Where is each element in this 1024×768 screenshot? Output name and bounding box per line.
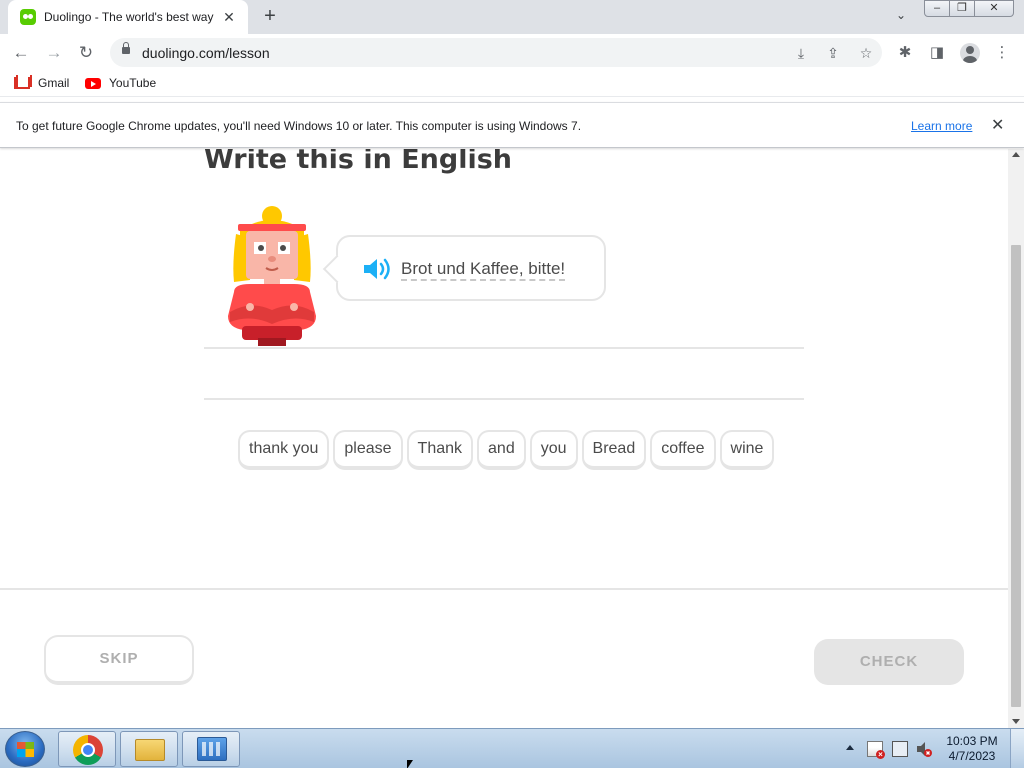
app-icon (197, 737, 227, 761)
extensions-icon[interactable]: ✱ (892, 40, 918, 66)
page-scrollbar[interactable] (1008, 149, 1024, 728)
word-tile[interactable]: thank you (238, 430, 330, 470)
back-button[interactable]: ← (8, 40, 34, 66)
forward-button[interactable]: → (41, 40, 67, 66)
bookmark-gmail[interactable]: Gmail (14, 75, 70, 90)
scroll-up-icon[interactable] (1012, 152, 1020, 157)
tab-title: Duolingo - The world's best way to learn… (44, 10, 216, 24)
word-tile[interactable]: Thank (406, 430, 474, 470)
page-title: Write this in English (204, 149, 513, 175)
browser-toolbar: ← → ↻ duolingo.com/lesson ⤓ ⇪ ☆ ✱ ◨ ⋮ (0, 34, 1024, 71)
maximize-button[interactable]: ❐ (949, 0, 975, 17)
infobar-close-icon[interactable]: ✕ (991, 115, 1004, 135)
taskbar-app[interactable] (182, 731, 240, 767)
duolingo-favicon-icon (20, 9, 36, 25)
check-button[interactable]: CHECK (814, 639, 964, 685)
side-panel-icon[interactable]: ◨ (924, 40, 950, 66)
windows-taskbar: × 10:03 PM 4/7/2023 (0, 728, 1024, 768)
new-tab-button[interactable]: + (259, 5, 281, 27)
network-icon[interactable] (892, 741, 908, 757)
browser-tab[interactable]: Duolingo - The world's best way to learn… (8, 0, 248, 34)
lesson-page: Write this in English Brot und Kaffee, b… (0, 149, 1008, 728)
tab-close-icon[interactable]: ✕ (220, 9, 238, 26)
speaker-icon[interactable] (362, 257, 392, 281)
share-icon[interactable]: ⇪ (822, 42, 844, 64)
minimize-button[interactable]: – (924, 0, 950, 17)
character-illustration (228, 206, 316, 346)
tray-expand-icon[interactable] (846, 745, 854, 750)
word-tile[interactable]: coffee (650, 430, 716, 470)
system-clock[interactable]: 10:03 PM 4/7/2023 (942, 734, 1002, 764)
bookmark-label: YouTube (109, 76, 157, 90)
menu-icon[interactable]: ⋮ (989, 40, 1015, 66)
start-button[interactable] (5, 731, 45, 767)
answer-line (204, 347, 804, 349)
infobar-message: To get future Google Chrome updates, you… (16, 119, 582, 133)
action-center-flag-icon[interactable]: × (867, 741, 885, 759)
prompt-text[interactable]: Brot und Kaffee, bitte! (401, 259, 566, 281)
lock-icon[interactable] (122, 42, 130, 54)
tab-search-icon[interactable]: ⌄ (896, 8, 906, 22)
show-desktop-button[interactable] (1010, 729, 1024, 768)
word-tile[interactable]: you (529, 430, 578, 470)
youtube-icon (85, 77, 101, 89)
prompt-sentence[interactable]: Brot und Kaffee, bitte! (401, 259, 566, 281)
scroll-down-icon[interactable] (1012, 719, 1020, 724)
word-tile[interactable]: please (333, 430, 403, 470)
footer-divider (0, 588, 1008, 590)
bookmark-label: Gmail (38, 76, 70, 90)
install-icon[interactable]: ⤓ (790, 42, 812, 64)
word-tile[interactable]: Bread (581, 430, 647, 470)
error-badge-icon: × (876, 750, 885, 759)
speech-bubble: Brot und Kaffee, bitte! (336, 235, 606, 301)
url-text[interactable]: duolingo.com/lesson (142, 45, 270, 61)
folder-icon (135, 739, 165, 761)
profile-avatar-icon[interactable] (960, 43, 980, 63)
mouse-cursor-icon (407, 760, 413, 768)
tab-strip: Duolingo - The world's best way to learn… (0, 0, 1024, 34)
taskbar-chrome[interactable] (58, 731, 116, 767)
word-tile[interactable]: and (477, 430, 526, 470)
learn-more-link[interactable]: Learn more (911, 119, 972, 133)
reload-button[interactable]: ↻ (73, 40, 99, 66)
bookmark-youtube[interactable]: YouTube (85, 76, 156, 90)
chrome-icon (73, 735, 103, 765)
taskbar-explorer[interactable] (120, 731, 178, 767)
skip-button[interactable]: SKIP (44, 635, 194, 685)
address-bar[interactable]: duolingo.com/lesson ⤓ ⇪ ☆ (110, 38, 882, 67)
answer-line (204, 398, 804, 400)
word-tile[interactable]: wine (719, 430, 775, 470)
clock-date: 4/7/2023 (948, 749, 996, 763)
window-controls: – ❐ ✕ (924, 0, 1014, 17)
scroll-thumb[interactable] (1011, 245, 1021, 707)
gmail-icon (14, 75, 32, 89)
bookmarks-bar: Gmail YouTube (0, 71, 1024, 97)
window-close-button[interactable]: ✕ (974, 0, 1014, 17)
volume-muted-icon[interactable] (916, 741, 932, 757)
clock-time: 10:03 PM (946, 734, 998, 748)
word-bank: thank you please Thank and you Bread cof… (238, 430, 775, 470)
update-infobar: To get future Google Chrome updates, you… (0, 102, 1024, 148)
bookmark-star-icon[interactable]: ☆ (855, 42, 877, 64)
